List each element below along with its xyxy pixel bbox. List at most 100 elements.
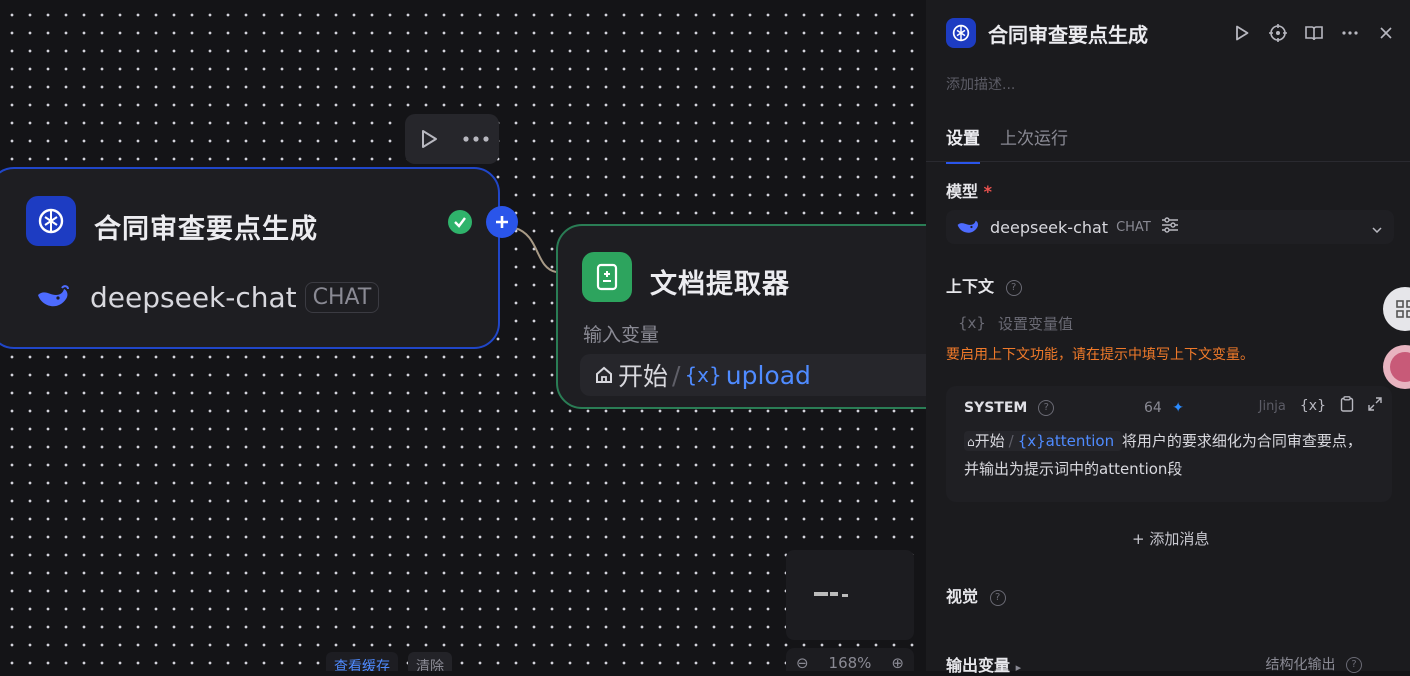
llm-node-model-name: deepseek-chat: [90, 281, 297, 314]
locate-node-button[interactable]: [1266, 20, 1290, 46]
minimap-nodes: [814, 592, 848, 597]
jinja-toggle[interactable]: Jinja: [1259, 399, 1286, 414]
model-params-icon[interactable]: [1161, 217, 1179, 237]
prompt-var-name: attention: [1045, 432, 1115, 450]
crosshair-icon: [1269, 24, 1287, 42]
context-label-text: 上下文: [946, 277, 995, 296]
close-panel-button[interactable]: [1374, 20, 1398, 46]
zoom-in-button[interactable]: ⊕: [891, 654, 904, 671]
panel-tabs: 设置 上次运行: [946, 124, 1068, 164]
system-prompt-editor[interactable]: SYSTEM ? 64 ✦ Jinja {x} ⌂开始 / {x}attention…: [946, 386, 1392, 502]
zoom-out-button[interactable]: ⊖: [796, 654, 809, 671]
llm-node-icon: [26, 196, 76, 246]
input-variable-label: 输入变量: [583, 324, 660, 346]
variable-icon: {x}: [684, 363, 722, 387]
output-label-text: 输出变量: [946, 656, 1011, 675]
add-message-label: 添加消息: [1149, 530, 1210, 548]
chevron-down-icon[interactable]: [1372, 218, 1382, 237]
llm-node[interactable]: 合同审查要点生成 deepseek-chat CHAT: [0, 167, 500, 349]
grid-icon: [1396, 300, 1410, 318]
plus-icon: [496, 216, 508, 228]
required-mark: *: [983, 182, 992, 201]
input-variable-ref: 开始 / {x} upload: [580, 354, 926, 396]
node-settings-panel: 合同审查要点生成 添加描述... 设置 上次运行 模型 * deepseek-c…: [926, 0, 1410, 675]
deepseek-whale-icon: [957, 220, 979, 233]
more-icon: [462, 136, 489, 142]
prompt-line-2: 并输出为提示词中的attention段: [964, 460, 1183, 478]
help-docs-button[interactable]: [1302, 20, 1326, 46]
add-message-button[interactable]: + 添加消息: [1132, 528, 1209, 549]
zoom-controls: ⊖ 168% ⊕: [786, 648, 914, 671]
help-icon[interactable]: ?: [1005, 279, 1022, 296]
clear-button[interactable]: 清除: [408, 652, 452, 671]
panel-actions: [1230, 20, 1398, 46]
clipboard-icon[interactable]: [1340, 396, 1354, 416]
expand-icon[interactable]: [1368, 397, 1382, 415]
tab-last-run[interactable]: 上次运行: [1000, 124, 1068, 164]
brain-icon: [952, 24, 970, 42]
context-placeholder: 设置变量值: [997, 314, 1073, 333]
doc-extractor-node-icon: [582, 252, 632, 302]
structured-output-toggle[interactable]: 结构化输出 ?: [1266, 654, 1362, 674]
document-icon: [596, 263, 618, 291]
vision-label: 视觉 ?: [946, 583, 1006, 607]
description-input[interactable]: 添加描述...: [946, 74, 1015, 94]
doc-extractor-node-title: 文档提取器: [650, 269, 790, 300]
ai-sparkle-icon[interactable]: ✦: [1172, 400, 1184, 416]
translate-icon: [1390, 352, 1410, 382]
model-select-badge: CHAT: [1116, 219, 1151, 235]
llm-node-mode-badge: CHAT: [304, 282, 380, 313]
help-icon[interactable]: ?: [1038, 400, 1055, 416]
context-variable-input[interactable]: {x} 设置变量值: [946, 308, 1386, 338]
play-icon: [1236, 25, 1249, 41]
prompt-line-1: 将用户的要求细化为合同审查要点，: [1121, 432, 1362, 450]
token-count: 64 ✦: [1144, 400, 1184, 416]
prompt-var-source: 开始: [974, 432, 1005, 450]
book-icon: [1305, 26, 1323, 41]
workflow-canvas[interactable]: 合同审查要点生成 deepseek-chat CHAT 文档提取器 输入变量 开…: [0, 0, 926, 671]
close-icon: [1380, 27, 1392, 39]
model-label-text: 模型: [946, 182, 979, 201]
insert-variable-icon[interactable]: {x}: [1300, 398, 1326, 414]
tab-settings[interactable]: 设置: [946, 124, 980, 164]
vision-label-text: 视觉: [946, 587, 979, 606]
system-role-label: SYSTEM ?: [964, 400, 1055, 416]
panel-header: 合同审查要点生成: [946, 18, 1148, 48]
token-count-value: 64: [1144, 400, 1162, 416]
variable-icon: {x}: [958, 314, 986, 332]
minimap[interactable]: [786, 550, 914, 640]
play-icon: [421, 130, 437, 148]
doc-extractor-node[interactable]: 文档提取器 输入变量 开始 / {x} upload: [556, 224, 926, 409]
chevron-right-icon: ▸: [1015, 661, 1022, 674]
more-icon: [1342, 31, 1358, 35]
deepseek-whale-icon: [38, 284, 69, 306]
help-icon[interactable]: ?: [989, 589, 1006, 606]
run-step-button[interactable]: [1230, 20, 1254, 46]
home-icon: [596, 366, 612, 383]
var-separator: /: [672, 360, 681, 390]
brain-icon: [38, 208, 64, 234]
model-selector[interactable]: deepseek-chat CHAT: [946, 210, 1394, 244]
panel-node-icon: [946, 18, 976, 48]
zoom-level[interactable]: 168%: [829, 654, 872, 671]
view-cache-button[interactable]: 查看缓存: [326, 652, 398, 671]
node-more-button[interactable]: [458, 121, 494, 157]
var-source-name: 开始: [618, 362, 669, 391]
var-name: upload: [725, 360, 811, 390]
model-select-name: deepseek-chat: [990, 217, 1109, 237]
output-variables-label[interactable]: 输出变量 ▸: [946, 652, 1021, 676]
node-toolbar: [405, 114, 499, 164]
system-prompt-text[interactable]: ⌂开始 / {x}attention 将用户的要求细化为合同审查要点， 并输出为提示…: [964, 428, 1384, 483]
llm-node-model: deepseek-chat CHAT: [36, 281, 380, 314]
success-check-icon: [448, 210, 472, 234]
tabs-divider: [926, 161, 1410, 162]
context-label: 上下文 ?: [946, 273, 1022, 297]
run-node-button[interactable]: [411, 121, 447, 157]
system-tools: Jinja {x}: [1259, 396, 1382, 416]
panel-more-button[interactable]: [1338, 20, 1362, 46]
add-next-node-button[interactable]: [486, 206, 518, 238]
system-label-text: SYSTEM: [964, 400, 1028, 416]
panel-title[interactable]: 合同审查要点生成: [988, 19, 1148, 48]
plus-icon: +: [1132, 530, 1145, 548]
home-icon: ⌂: [967, 435, 975, 449]
